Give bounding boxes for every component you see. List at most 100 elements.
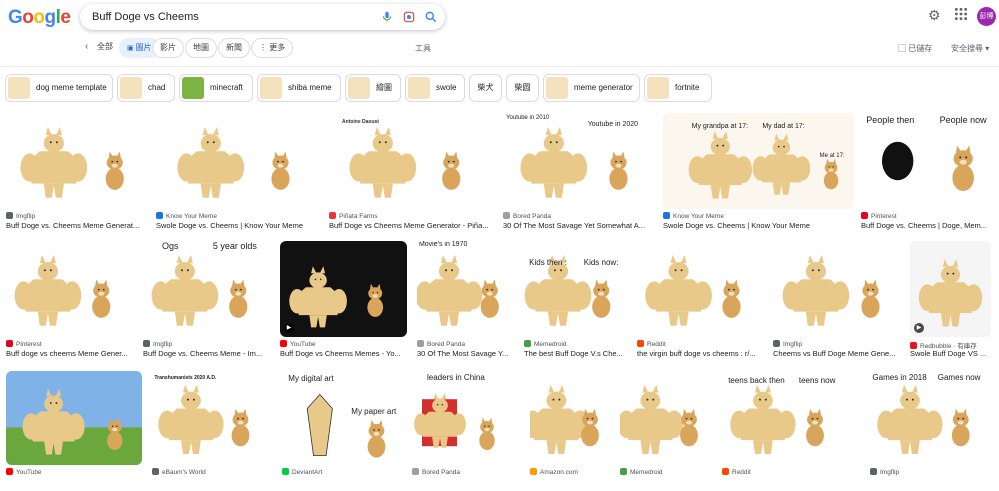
result-thumbnail[interactable] (637, 241, 763, 337)
image-result-card[interactable]: My grandpa at 17: My dad at 17: Me at 17: K… (663, 113, 854, 235)
result-title[interactable]: the virgin buff doge vs cheems : r/... (637, 349, 763, 358)
chip-meme-generator[interactable]: meme generator (543, 74, 640, 102)
result-title[interactable]: Cheems vs Buff Doge Meme Gene... (773, 349, 903, 358)
result-thumbnail[interactable] (620, 371, 712, 465)
result-thumbnail[interactable]: My grandpa at 17: My dad at 17: Me at 17: (663, 113, 854, 209)
result-source[interactable]: Bored Panda (503, 212, 657, 220)
safe-search-button[interactable]: 安全搜尋 ▾ (951, 43, 989, 54)
result-thumbnail[interactable] (530, 371, 610, 465)
result-source[interactable]: Memedroid (524, 340, 627, 348)
result-thumbnail[interactable]: Youtube in 2010 Youtube in 2020 (503, 113, 657, 209)
result-source[interactable]: Pinterest (861, 212, 992, 220)
result-title[interactable]: Swole Doge vs. Cheems | Know Your Meme (663, 221, 854, 230)
image-result-card[interactable]: teens back then teens now Reddit (722, 371, 846, 491)
search-icon[interactable] (424, 10, 438, 24)
result-title[interactable]: Buff Doge vs Cheems Memes - Yo... (280, 349, 407, 358)
result-source[interactable]: Pinterest (6, 340, 133, 348)
result-source[interactable]: Know Your Meme (156, 212, 322, 220)
chip-minecraft[interactable]: minecraft (179, 74, 253, 102)
result-thumbnail[interactable] (6, 371, 142, 465)
chip-chad[interactable]: chad (117, 74, 175, 102)
result-thumbnail[interactable]: leaders in China (412, 371, 512, 465)
search-box[interactable]: × (80, 4, 445, 30)
chip-swole[interactable]: swole (405, 74, 465, 102)
image-result-card[interactable]: People then People now Pinterest Buff Doge … (861, 113, 992, 235)
image-result-card[interactable]: Know Your Meme Swole Doge vs. Cheems | Kn… (156, 113, 322, 235)
result-title[interactable]: Swole Doge vs. Cheems | Know Your Meme (156, 221, 322, 230)
image-result-card[interactable]: Transhumanists 2020 A.D. eBaum's World (152, 371, 270, 491)
result-title[interactable]: 30 Of The Most Savage Yet Somewhat A... (503, 221, 657, 230)
chip-shiba-meme[interactable]: shiba meme (257, 74, 341, 102)
tab-maps[interactable]: 地圖 (185, 38, 217, 58)
result-thumbnail[interactable] (773, 241, 903, 337)
chip-shiba-dog[interactable]: 柴犬 (469, 74, 502, 102)
result-source[interactable]: Bored Panda (417, 340, 514, 348)
result-title[interactable]: Buff Doge vs. Cheems Meme Generat... (6, 221, 151, 230)
image-result-card[interactable]: ▶ Redbubble · 有庫存 Swole Buff Doge VS ... (910, 241, 991, 363)
account-avatar[interactable]: 彭博 (977, 7, 996, 26)
chip-shiba-round[interactable]: 柴圆 (506, 74, 539, 102)
result-thumbnail[interactable]: ▶ (910, 241, 991, 337)
image-result-card[interactable]: My digital art My paper art DeviantArt (282, 371, 408, 491)
chip-drawing[interactable]: 繪圖 (345, 74, 401, 102)
result-title[interactable]: The best Buff Doge V.s Che... (524, 349, 627, 358)
image-result-card[interactable]: Memedroid (620, 371, 712, 491)
result-title[interactable]: Buff Doge vs Cheems Meme Generator - Piñ… (329, 221, 492, 230)
tools-button[interactable]: 工具 (415, 43, 431, 54)
image-result-card[interactable]: leaders in China Bored Panda (412, 371, 512, 491)
image-result-card[interactable]: Movie's in 1970 Bored Panda 30 Of The Most… (417, 241, 514, 363)
result-title[interactable]: Buff Doge vs. Cheems Meme - Im... (143, 349, 270, 358)
result-thumbnail[interactable] (156, 113, 322, 209)
result-thumbnail[interactable]: teens back then teens now (722, 371, 846, 465)
result-thumbnail[interactable]: Movie's in 1970 (417, 241, 514, 337)
result-source[interactable]: Imgflip (143, 340, 270, 348)
result-source[interactable]: YouTube (280, 340, 407, 348)
tab-news[interactable]: 新聞 (218, 38, 250, 58)
image-result-card[interactable]: ▶ YouTube Buff Doge vs Cheems Memes - Yo..… (280, 241, 407, 363)
image-result-card[interactable]: Ogs 5 year olds Imgflip Buff Doge vs. Cheem… (143, 241, 270, 363)
image-result-card[interactable]: Antoine Daoust Piñata Farms Buff Doge vs C… (329, 113, 492, 235)
meme-caption: Kids then : (529, 258, 567, 268)
microphone-icon[interactable] (380, 10, 394, 24)
google-logo[interactable]: Google (8, 7, 71, 29)
result-source[interactable]: Imgflip (773, 340, 903, 348)
result-title[interactable]: 30 Of The Most Savage Y... (417, 349, 514, 358)
result-thumbnail[interactable]: Transhumanists 2020 A.D. (152, 371, 270, 465)
tab-videos[interactable]: 影片 (152, 38, 184, 58)
result-thumbnail[interactable]: My digital art My paper art (282, 371, 408, 465)
image-result-card[interactable]: Pinterest Buff doge vs cheems Meme Gener.… (6, 241, 133, 363)
image-result-card[interactable]: Kids then : Kids now: Memedroid The best Bu… (524, 241, 627, 363)
result-title[interactable]: Swole Buff Doge VS ... (910, 349, 991, 358)
saved-button[interactable]: ▢ 已儲存 (898, 43, 932, 54)
result-thumbnail[interactable] (6, 241, 133, 337)
tab-more[interactable]: ⋮ 更多 (251, 38, 294, 58)
chip-dog-meme-template[interactable]: dog meme template (5, 74, 113, 102)
result-thumbnail[interactable]: Antoine Daoust (329, 113, 492, 209)
result-thumbnail[interactable]: ▶ (280, 241, 407, 337)
result-source[interactable]: Piñata Farms (329, 212, 492, 220)
image-result-card[interactable]: Youtube in 2010 Youtube in 2020 Bored Pand… (503, 113, 657, 235)
image-result-card[interactable]: Games in 2018 Games now Imgflip (870, 371, 991, 491)
search-input[interactable] (92, 8, 372, 26)
image-result-card[interactable]: Imgflip Buff Doge vs. Cheems Meme Generat… (6, 113, 151, 235)
apps-grid-icon[interactable] (954, 7, 968, 27)
chip-fortnite[interactable]: fortnite (644, 74, 712, 102)
image-result-card[interactable]: Amazon.com (530, 371, 610, 491)
result-thumbnail[interactable]: Kids then : Kids now: (524, 241, 627, 337)
result-thumbnail[interactable] (6, 113, 151, 209)
settings-gear-icon[interactable]: ⚙ (928, 7, 941, 27)
result-source[interactable]: Reddit (637, 340, 763, 348)
result-thumbnail[interactable]: Games in 2018 Games now (870, 371, 991, 465)
tab-all[interactable]: 全部 (90, 38, 120, 58)
image-result-card[interactable]: Imgflip Cheems vs Buff Doge Meme Gene... (773, 241, 903, 363)
image-result-card[interactable]: YouTube (6, 371, 142, 491)
result-thumbnail[interactable]: Ogs 5 year olds (143, 241, 270, 337)
result-title[interactable]: Buff Doge vs. Cheems | Doge, Mem... (861, 221, 992, 230)
result-title[interactable]: Buff doge vs cheems Meme Gener... (6, 349, 133, 358)
chevron-left-icon[interactable]: ‹ (85, 41, 88, 52)
image-result-card[interactable]: Reddit the virgin buff doge vs cheems : r… (637, 241, 763, 363)
lens-icon[interactable] (402, 10, 416, 24)
result-source[interactable]: Know Your Meme (663, 212, 854, 220)
result-source[interactable]: Imgflip (6, 212, 151, 220)
result-thumbnail[interactable]: People then People now (861, 113, 992, 209)
